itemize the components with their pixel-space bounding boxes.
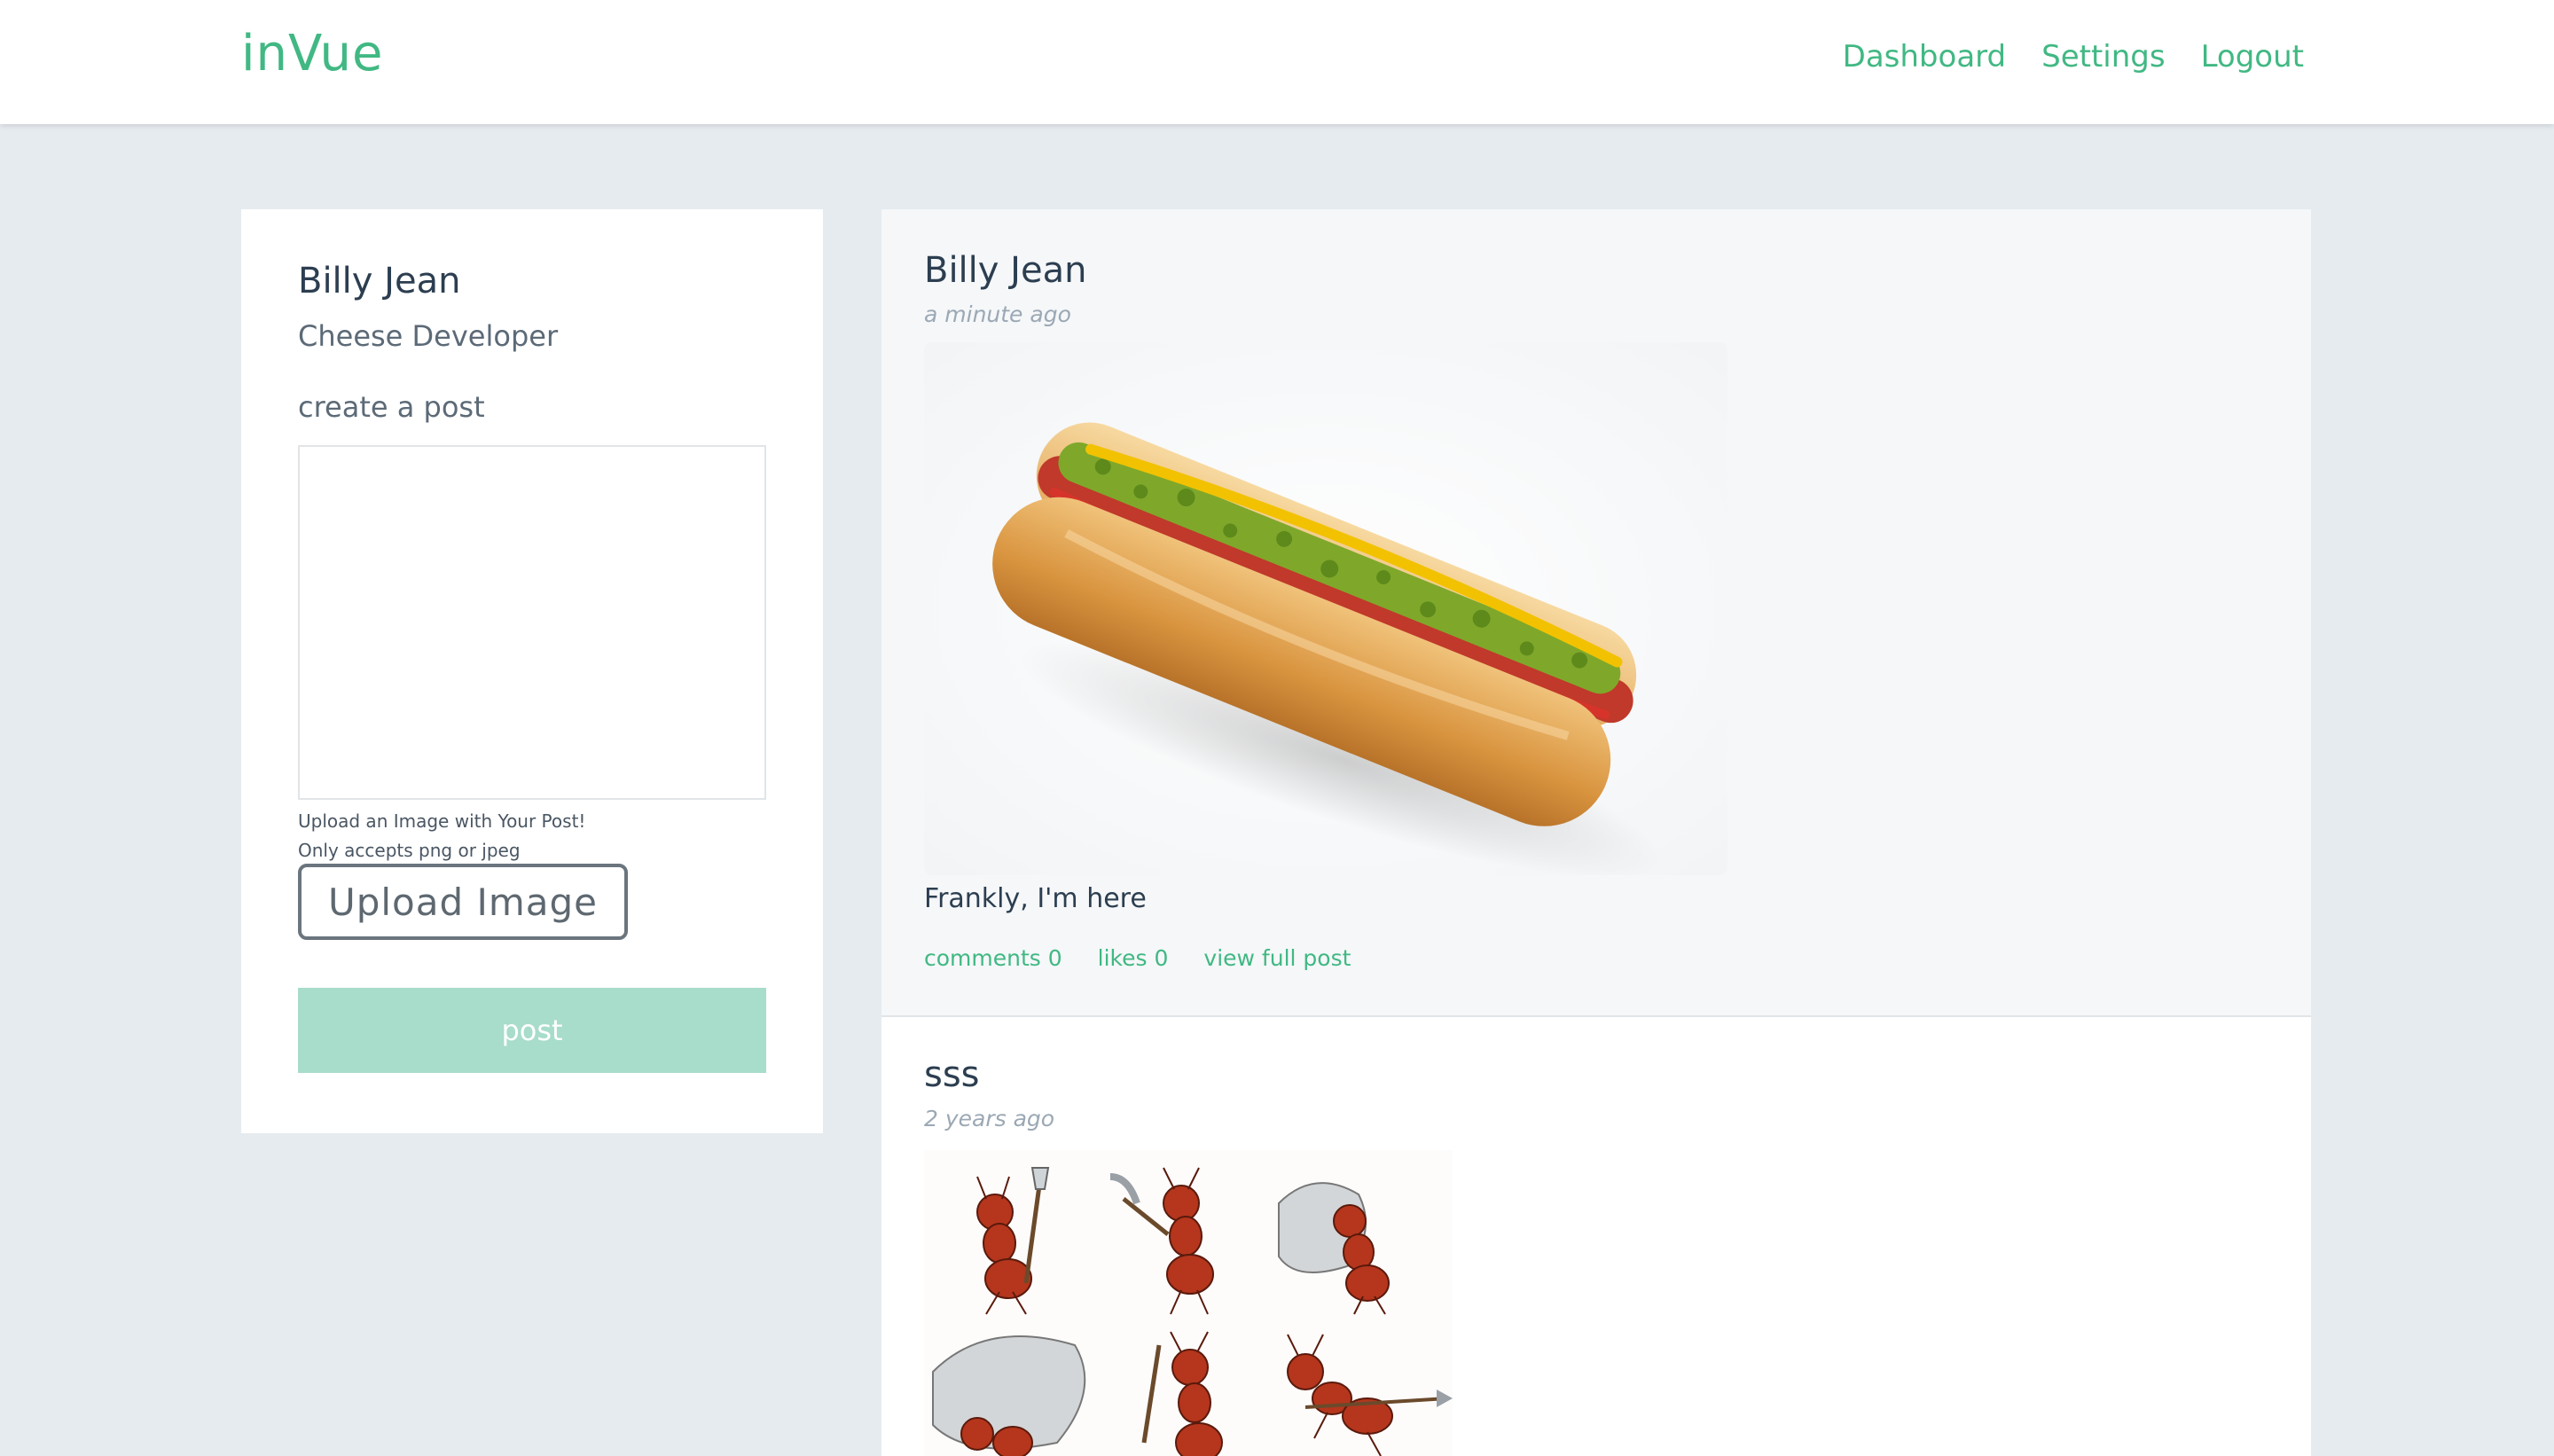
hotdog-illustration: [924, 342, 1727, 875]
post-content-textarea[interactable]: [298, 445, 766, 800]
post-body-text: Frankly, I'm here: [924, 883, 1147, 914]
top-navbar: inVue Dashboard Settings Logout: [0, 0, 2554, 124]
post-submit-button[interactable]: post: [298, 988, 766, 1073]
post-author: Billy Jean: [924, 250, 1087, 291]
view-full-post-link[interactable]: view full post: [1203, 945, 1351, 971]
profile-name: Billy Jean: [298, 261, 461, 301]
post-feed: Billy Jean a minute ago Frankly, I'm her…: [881, 209, 2311, 1456]
post-timestamp: 2 years ago: [924, 1106, 1055, 1131]
post-actions: comments 0 likes 0 view full post: [924, 945, 1351, 971]
nav-dashboard-link[interactable]: Dashboard: [1843, 39, 2006, 74]
upload-hint-line: Upload an Image with Your Post!: [298, 810, 586, 832]
likes-link[interactable]: likes 0: [1098, 945, 1169, 971]
create-post-label: create a post: [298, 390, 485, 424]
nav-logout-link[interactable]: Logout: [2201, 39, 2304, 74]
feed-post: sss 2 years ago: [881, 1017, 2311, 1456]
post-image-hotdog: [924, 342, 1727, 875]
post-author: sss: [924, 1054, 980, 1095]
feed-post: Billy Jean a minute ago Frankly, I'm her…: [881, 209, 2311, 1017]
nav-settings-link[interactable]: Settings: [2041, 39, 2165, 74]
profile-sidebar-card: Billy Jean Cheese Developer create a pos…: [241, 209, 823, 1133]
comments-link[interactable]: comments 0: [924, 945, 1062, 971]
upload-hint: Upload an Image with Your Post! Only acc…: [298, 807, 585, 865]
profile-title: Cheese Developer: [298, 319, 559, 353]
ants-illustration: [924, 1150, 1453, 1456]
post-timestamp: a minute ago: [924, 301, 1071, 327]
main-nav: Dashboard Settings Logout: [1843, 39, 2304, 74]
app-logo[interactable]: inVue: [241, 25, 384, 82]
upload-format-hint: Only accepts png or jpeg: [298, 840, 521, 861]
post-image-ants: [924, 1150, 1453, 1456]
upload-image-button[interactable]: Upload Image: [298, 864, 628, 940]
